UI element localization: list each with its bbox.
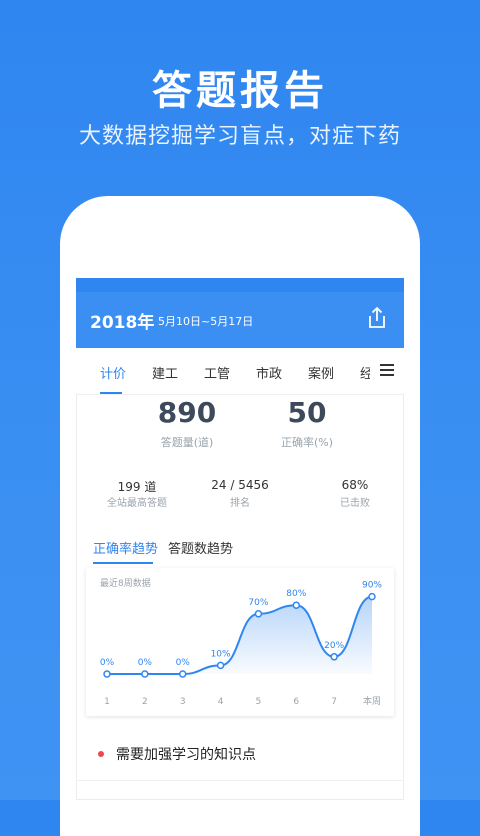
tab-anli[interactable]: 案例 [308,363,334,382]
promo-subtitle: 大数据挖掘学习盲点，对症下药 [78,124,401,149]
stat-rank-label: 排名 [230,498,250,509]
x-tick-label: 6 [293,697,299,707]
trend-point[interactable] [178,670,187,678]
x-tick-label: 2 [142,697,148,707]
tab-underline [100,392,122,394]
tab-shizheng[interactable]: 市政 [256,363,282,382]
accuracy-trend-chart: 0%10%20%310%470%580%620%790%本周 [100,581,383,707]
weak-knowledge-row[interactable]: 需要加强学习的知识点 [76,734,404,774]
divider [76,780,404,781]
accuracy-value: 50 [287,396,327,429]
stat-top-answers-value: 199 道 [117,480,157,494]
trend-point[interactable] [103,670,111,678]
trend-point[interactable] [141,670,149,678]
trend-point-label: 0% [138,658,153,668]
weak-knowledge-title: 需要加强学习的知识点 [116,747,256,763]
app-screen: 2018年 5月10日~5月17日 计价 建工 工管 市政 案例 经 890 答… [76,278,404,800]
trend-point[interactable] [254,610,263,618]
trend-point[interactable] [330,653,338,661]
trend-point-label: 10% [211,649,231,659]
trend-point-label: 20% [324,641,344,651]
trend-point-label: 80% [286,589,306,599]
x-tick-label: 5 [256,697,262,707]
x-tick-label: 3 [180,697,186,707]
promo-title: 答题报告 [152,68,328,114]
trend-tab-underline [93,562,153,564]
stat-rank-value: 24 / 5456 [211,478,269,492]
report-year[interactable]: 2018年 [90,308,154,333]
stat-beaten-value: 68% [341,478,369,492]
stat-beaten-label: 已击败 [340,498,370,509]
x-tick-label: 7 [331,697,337,707]
tab-answers-trend[interactable]: 答题数趋势 [168,538,233,557]
trend-point-label: 70% [248,598,268,608]
alert-dot-icon [98,751,104,757]
trend-point-label: 0% [176,658,191,668]
share-icon[interactable] [366,306,388,330]
trend-point-label: 90% [362,581,382,591]
tab-jiangong[interactable]: 建工 [152,363,178,382]
trend-point[interactable] [292,601,301,609]
app-bar: 2018年 5月10日~5月17日 [76,292,404,348]
questions-count: 890 [157,396,217,429]
trend-point-label: 0% [100,658,115,668]
x-tick-label: 1 [104,697,110,707]
tab-gongguan[interactable]: 工管 [204,363,230,382]
status-bar [76,278,404,292]
trend-point[interactable] [216,661,225,670]
accuracy-label: 正确率(%) [280,436,334,449]
subject-tabs: 计价 建工 工管 市政 案例 经 [76,348,404,395]
report-date-range[interactable]: 5月10日~5月17日 [158,313,253,329]
trend-tabs: 正确率趋势 答题数趋势 [76,534,404,566]
questions-label: 答题量(道) [160,436,214,449]
menu-icon[interactable] [380,364,394,376]
tab-jijia[interactable]: 计价 [100,363,126,382]
x-tick-label: 本周 [363,695,381,707]
x-tick-label: 4 [218,697,224,707]
tab-accuracy-trend[interactable]: 正确率趋势 [93,538,158,557]
stat-top-answers-label: 全站最高答题 [107,498,167,509]
tab-jing[interactable]: 经 [360,363,370,382]
trend-point[interactable] [368,592,376,601]
trend-chart-card: 最近8周数据 0% 1 0% 2 0% 3 10% 4 70% 5 80% 6 20% 7 90% 本周 [86,568,394,716]
